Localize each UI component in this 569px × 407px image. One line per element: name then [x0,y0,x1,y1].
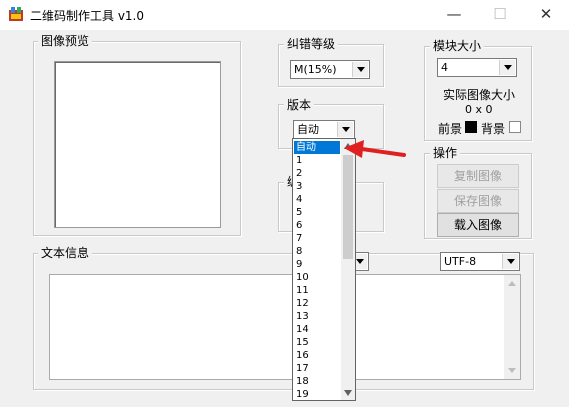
save-image-button[interactable]: 保存图像 [437,189,519,213]
textarea-scrollbar[interactable] [504,275,520,379]
copy-image-button[interactable]: 复制图像 [437,164,519,188]
version-option[interactable]: 14 [296,323,340,336]
dropdown-scrollbar[interactable] [341,139,355,400]
version-value: 自动 [297,123,319,136]
version-option[interactable]: 自动 [294,141,340,154]
charset-value: UTF-8 [444,255,477,268]
qr-preview-image [54,61,221,228]
version-select[interactable]: 自动 [293,120,355,139]
chevron-down-icon[interactable] [502,254,518,269]
version-option[interactable]: 10 [296,271,340,284]
close-button[interactable]: ✕ [523,0,569,30]
error-level-label: 纠错等级 [284,37,339,51]
chevron-down-icon[interactable] [337,122,353,137]
version-option[interactable]: 15 [296,336,340,349]
foreground-label: 前景 [438,122,463,136]
version-option[interactable]: 8 [296,245,340,258]
error-level-select[interactable]: M(15%) [290,60,370,79]
module-size-select[interactable]: 4 [437,58,517,77]
app-icon [8,6,24,22]
version-option[interactable]: 19 [296,388,340,400]
module-size-value: 4 [441,61,448,74]
version-option[interactable]: 4 [296,193,340,206]
actual-size-label: 实际图像大小 [443,88,516,102]
actual-size-value: 0 x 0 [465,103,493,116]
text-input[interactable] [49,274,521,380]
scrollbar-thumb[interactable] [343,155,353,259]
annotation-arrow-icon [344,140,406,158]
version-option[interactable]: 6 [296,219,340,232]
background-label: 背景 [481,122,506,136]
version-option[interactable]: 11 [296,284,340,297]
version-option[interactable]: 16 [296,349,340,362]
version-option[interactable]: 17 [296,362,340,375]
version-option[interactable]: 3 [296,180,340,193]
maximize-button[interactable]: ☐ [477,0,523,30]
version-option[interactable]: 7 [296,232,340,245]
module-size-label: 模块大小 [430,39,485,53]
load-image-button[interactable]: 载入图像 [437,213,519,237]
version-option[interactable]: 9 [296,258,340,271]
charset-select[interactable]: UTF-8 [440,252,520,271]
version-option[interactable]: 18 [296,375,340,388]
foreground-color-swatch[interactable] [465,121,477,133]
text-info-label: 文本信息 [38,246,93,260]
minimize-button[interactable]: — [431,0,477,30]
version-option[interactable]: 5 [296,206,340,219]
preview-group-label: 图像预览 [38,34,93,48]
version-option[interactable]: 1 [296,154,340,167]
version-label: 版本 [284,98,315,112]
version-option[interactable]: 2 [296,167,340,180]
chevron-down-icon[interactable] [352,62,368,77]
window-title: 二维码制作工具 v1.0 [30,9,145,23]
background-color-swatch[interactable] [509,121,521,133]
chevron-down-icon[interactable] [499,60,515,75]
version-option[interactable]: 13 [296,310,340,323]
operations-label: 操作 [430,146,461,160]
version-dropdown-list[interactable]: 自动 1 2 3 4 5 6 7 8 9 10 11 12 13 14 15 16 17 18 19 [292,138,356,401]
version-option[interactable]: 12 [296,297,340,310]
error-level-value: M(15%) [294,63,337,76]
